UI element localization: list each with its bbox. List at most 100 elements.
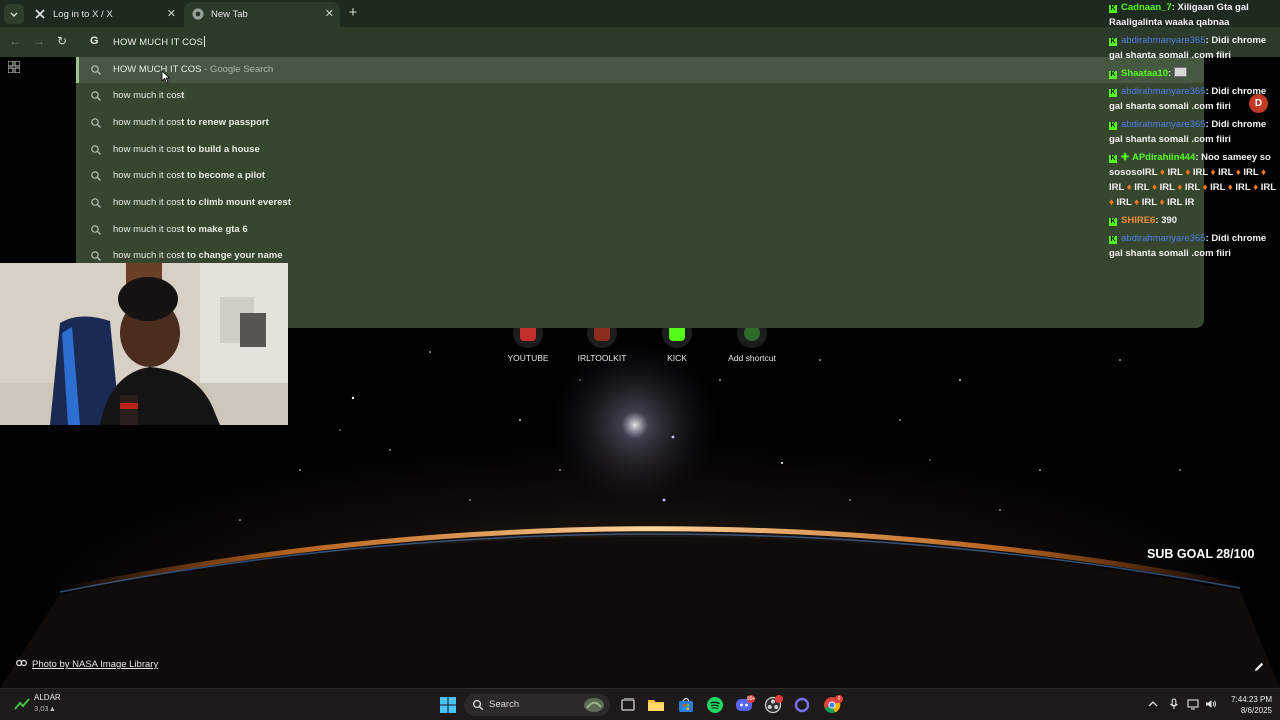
chat-message: K ✚ APdirahiin444: Noo sameey so sososolRL… bbox=[1109, 150, 1280, 210]
obs-notification-badge bbox=[775, 695, 783, 703]
tab-search-button[interactable] bbox=[4, 4, 24, 24]
omnibox-query: HOW MUCH IT COS bbox=[113, 37, 203, 48]
forward-arrow-icon[interactable]: → bbox=[31, 33, 47, 49]
chevron-up-icon[interactable] bbox=[1147, 698, 1159, 710]
app-ring-icon[interactable] bbox=[793, 696, 811, 714]
fire-emoji-icon: ♦ bbox=[1261, 167, 1267, 178]
search-icon bbox=[91, 145, 101, 155]
reload-icon[interactable]: ↻ bbox=[54, 33, 70, 49]
suggestion-text: how much it cost to become a pilot bbox=[113, 170, 266, 181]
discord-notification-badge: 99+ bbox=[747, 695, 756, 703]
suggestion-item[interactable]: how much it cost to become a pilot bbox=[76, 163, 1204, 189]
fire-emoji-icon: ♦ bbox=[1202, 182, 1208, 193]
microphone-icon[interactable] bbox=[1168, 698, 1180, 710]
chat-message: Kabdirahmanyare365: Didi chrome gal shan… bbox=[1109, 117, 1280, 147]
chrome-notification-badge: 0 bbox=[835, 695, 843, 703]
task-view-icon[interactable] bbox=[619, 696, 637, 714]
system-clock[interactable]: 7:44:23 PM 8/6/2025 bbox=[1222, 694, 1272, 716]
kick-badge-icon: K bbox=[1109, 122, 1117, 130]
search-icon bbox=[91, 65, 101, 75]
stock-name: ALDAR bbox=[34, 693, 61, 702]
chat-username: SHIRE6 bbox=[1121, 215, 1156, 226]
chat-username: abdirahmanyare365 bbox=[1121, 119, 1206, 130]
windows-taskbar: ALDAR 3,03▲ Search 99+ 0 7:44:23 PM 8/6/… bbox=[0, 688, 1280, 720]
fire-emoji-icon: ♦ bbox=[1159, 197, 1165, 208]
volume-icon[interactable] bbox=[1205, 698, 1217, 710]
browser-toolbar: ← → ↻ G HOW MUCH IT COS bbox=[0, 27, 1280, 57]
spotify-icon[interactable] bbox=[706, 696, 724, 714]
sub-goal-overlay: SUB GOAL 28/100 bbox=[1147, 547, 1255, 561]
search-icon bbox=[91, 91, 101, 101]
kick-badge-icon: K bbox=[1109, 38, 1117, 46]
suggestion-item[interactable]: how much it cost to climb mount everest bbox=[76, 190, 1204, 216]
suggestion-item[interactable]: how much it cost bbox=[76, 83, 1204, 109]
new-tab-button[interactable]: + bbox=[344, 4, 362, 22]
file-explorer-icon[interactable] bbox=[647, 696, 665, 714]
chat-text: : 390 bbox=[1155, 215, 1177, 226]
suggestion-text: how much it cost to build a house bbox=[113, 144, 260, 155]
search-icon bbox=[472, 699, 484, 711]
chat-username: Shaataa10 bbox=[1121, 68, 1169, 79]
x-logo-icon bbox=[35, 9, 45, 19]
suggestion-text: HOW MUCH IT COS - Google Search bbox=[113, 64, 274, 75]
omnibox-input[interactable]: HOW MUCH IT COS bbox=[113, 36, 205, 48]
chat-message: K Cadnaan_7: Xiligaan Gta gal Raaligalint… bbox=[1109, 0, 1280, 30]
profile-avatar[interactable]: D bbox=[1249, 94, 1268, 113]
tab-login-x[interactable]: Log in to X / X ✕ bbox=[26, 2, 182, 27]
chat-username: abdirahmanyare365 bbox=[1121, 86, 1206, 97]
display-cast-icon[interactable] bbox=[1187, 698, 1199, 710]
kick-badge-icon: K bbox=[1109, 218, 1117, 226]
shortcut-label: Add shortcut bbox=[728, 353, 776, 363]
chat-username: Cadnaan_7 bbox=[1121, 2, 1172, 13]
stock-value: 3,03▲ bbox=[34, 704, 57, 713]
suggestion-text: how much it cost to make gta 6 bbox=[113, 224, 248, 235]
chat-username: abdirahmanyare365 bbox=[1121, 35, 1206, 46]
fire-emoji-icon: ♦ bbox=[1152, 182, 1157, 193]
fire-emoji-icon: ♦ bbox=[1134, 197, 1140, 208]
close-tab-icon[interactable]: ✕ bbox=[167, 2, 176, 27]
suggestion-text: how much it cost to climb mount everest bbox=[113, 197, 291, 208]
fire-emoji-icon: ♦ bbox=[1177, 182, 1183, 193]
shortcut-label: YOUTUBE bbox=[507, 353, 549, 363]
fire-emoji-icon: ♦ bbox=[1227, 182, 1233, 193]
chat-username: APdirahiin444 bbox=[1131, 152, 1196, 163]
chat-message: Kabdirahmanyare365: Didi chrome gal shan… bbox=[1109, 33, 1280, 63]
fire-emoji-icon: ♦ bbox=[1126, 182, 1132, 193]
search-icon bbox=[91, 198, 101, 208]
photo-credit-link[interactable]: Photo by NASA Image Library bbox=[32, 659, 158, 670]
shortcut-label: KICK bbox=[667, 353, 687, 363]
search-highlight-icon bbox=[584, 698, 604, 712]
suggestion-item[interactable]: how much it cost to build a house bbox=[76, 137, 1204, 163]
windows-start-icon[interactable] bbox=[439, 696, 457, 714]
apps-grid-icon[interactable] bbox=[8, 61, 20, 73]
customize-pencil-icon[interactable] bbox=[1253, 661, 1265, 673]
photo-credit[interactable]: Photo by NASA Image Library bbox=[16, 659, 158, 670]
back-arrow-icon[interactable]: ← bbox=[7, 33, 23, 49]
tab-title: New Tab bbox=[211, 9, 248, 20]
search-icon bbox=[91, 251, 101, 261]
chat-message: K Shaataa10: bbox=[1109, 66, 1280, 81]
suggestion-item[interactable]: how much it cost to renew passport bbox=[76, 110, 1204, 136]
tab-strip: Log in to X / X ✕ New Tab ✕ + bbox=[0, 0, 1280, 27]
taskbar-search[interactable]: Search bbox=[464, 694, 610, 716]
fire-emoji-icon: ♦ bbox=[1185, 167, 1191, 178]
streamer-webcam-image bbox=[0, 263, 288, 425]
webcam-overlay bbox=[0, 263, 288, 425]
kick-badge-icon: K bbox=[1109, 89, 1117, 97]
suggestion-item[interactable]: how much it cost to make gta 6 bbox=[76, 217, 1204, 243]
tab-new-tab[interactable]: New Tab ✕ bbox=[184, 2, 340, 27]
chrome-icon bbox=[192, 8, 204, 20]
link-icon bbox=[16, 659, 27, 667]
microsoft-store-icon[interactable] bbox=[677, 696, 695, 714]
kick-badge-icon: K bbox=[1109, 5, 1117, 13]
suggestion-item[interactable]: HOW MUCH IT COS - Google Search bbox=[76, 57, 1204, 83]
close-tab-icon[interactable]: ✕ bbox=[325, 2, 334, 27]
chat-username: abdirahmanyare365 bbox=[1121, 233, 1206, 244]
search-icon bbox=[91, 118, 101, 128]
fire-emoji-icon: ♦ bbox=[1160, 167, 1165, 178]
text-caret bbox=[204, 36, 205, 47]
clock-date: 8/6/2025 bbox=[1240, 706, 1272, 715]
emote-sticker-icon bbox=[1173, 67, 1187, 77]
kick-badge-icon: K bbox=[1109, 236, 1117, 244]
suggestion-text: how much it cost to renew passport bbox=[113, 117, 269, 128]
